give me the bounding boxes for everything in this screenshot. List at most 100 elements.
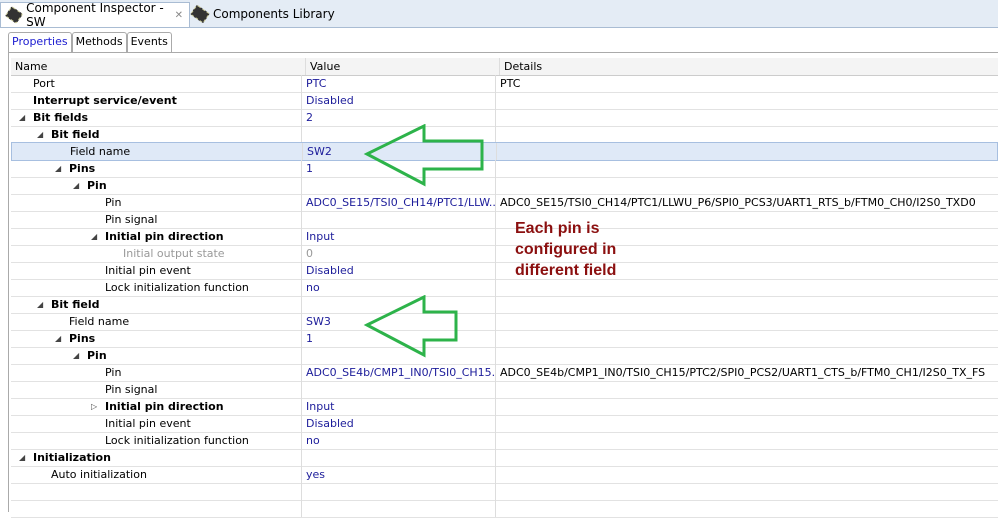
property-details xyxy=(496,398,998,415)
collapsed-triangle-icon[interactable]: ▷ xyxy=(91,398,97,415)
note-line: different field xyxy=(515,262,617,279)
table-row[interactable]: Lock initialization function no xyxy=(11,432,998,450)
property-name: Lock initialization function xyxy=(11,432,302,449)
table-row[interactable]: Port PTC PTC xyxy=(11,75,998,93)
property-value[interactable]: ADC0_SE15/TSI0_CH14/PTC1/LLW... xyxy=(302,194,496,211)
property-value[interactable]: yes xyxy=(302,466,496,483)
property-value[interactable]: no xyxy=(302,432,496,449)
table-row[interactable]: ◢ Bit fields 2 xyxy=(11,109,998,127)
table-row[interactable]: Field name SW2 xyxy=(11,142,998,161)
property-details xyxy=(496,432,998,449)
property-name: Lock initialization function xyxy=(11,279,302,296)
property-value[interactable]: Disabled xyxy=(302,92,496,109)
property-label: Bit fields xyxy=(33,111,89,124)
property-value[interactable]: 0 xyxy=(302,245,496,262)
property-details xyxy=(497,143,997,160)
green-arrow-icon xyxy=(363,295,458,358)
column-value[interactable]: Value xyxy=(306,58,500,75)
column-name[interactable]: Name xyxy=(11,58,306,75)
expanded-triangle-icon[interactable]: ◢ xyxy=(55,330,61,347)
property-label: Pin xyxy=(87,179,107,192)
property-label: Initial pin direction xyxy=(105,400,224,413)
tab-events[interactable]: Events xyxy=(126,32,172,52)
expanded-triangle-icon[interactable]: ◢ xyxy=(37,126,43,143)
table-row[interactable]: Lock initialization function no xyxy=(11,279,998,297)
editor-tab-bar: Component Inspector - SW ✕ Components Li… xyxy=(0,0,998,29)
table-row[interactable]: ◢ Initialization xyxy=(11,449,998,467)
table-row[interactable]: Initial pin event Disabled xyxy=(11,415,998,433)
tab-methods[interactable]: Methods xyxy=(71,32,127,52)
chip-icon xyxy=(190,4,210,24)
property-details xyxy=(496,415,998,432)
property-label: Initial pin direction xyxy=(105,230,224,243)
tab-label: Components Library xyxy=(213,7,335,21)
property-label: Pin xyxy=(105,196,122,209)
expanded-triangle-icon[interactable]: ◢ xyxy=(37,296,43,313)
table-row[interactable]: ▷ Initial pin direction Input xyxy=(11,398,998,416)
tab-properties[interactable]: Properties xyxy=(8,32,72,52)
property-details xyxy=(496,92,998,109)
table-row[interactable]: ◢ Initial pin direction Input xyxy=(11,228,998,246)
property-label: Lock initialization function xyxy=(105,434,249,447)
property-value[interactable]: PTC xyxy=(302,75,496,92)
property-value[interactable] xyxy=(302,211,496,228)
property-value[interactable] xyxy=(302,381,496,398)
property-label: Bit field xyxy=(51,128,100,141)
expanded-triangle-icon[interactable]: ◢ xyxy=(91,228,97,245)
tab-component-inspector[interactable]: Component Inspector - SW ✕ xyxy=(0,1,190,29)
property-label: Bit field xyxy=(51,298,100,311)
expanded-triangle-icon[interactable]: ◢ xyxy=(55,160,61,177)
property-details: ADC0_SE15/TSI0_CH14/PTC1/LLWU_P6/SPI0_PC… xyxy=(500,196,976,209)
table-row[interactable]: ◢ Pins 1 xyxy=(11,160,998,178)
property-value[interactable]: Disabled xyxy=(302,415,496,432)
property-value[interactable]: Input xyxy=(302,398,496,415)
property-value[interactable] xyxy=(302,449,496,466)
empty-row xyxy=(11,500,998,518)
close-icon[interactable]: ✕ xyxy=(175,10,183,21)
table-row[interactable]: Pin ADC0_SE15/TSI0_CH14/PTC1/LLW... ADC0_S… xyxy=(11,194,998,212)
property-name: ◢ Initial pin direction xyxy=(11,228,302,245)
table-row[interactable]: Pin signal xyxy=(11,211,998,229)
table-row[interactable]: ◢ Pin xyxy=(11,177,998,195)
table-row[interactable]: Field name SW3 xyxy=(11,313,998,331)
table-row[interactable]: Initial pin event Disabled xyxy=(11,262,998,280)
column-details[interactable]: Details xyxy=(500,58,998,75)
property-value[interactable]: Disabled xyxy=(302,262,496,279)
property-name: Initial pin event xyxy=(11,415,302,432)
property-value[interactable]: no xyxy=(302,279,496,296)
property-details xyxy=(496,449,998,466)
property-label: Pin xyxy=(87,349,107,362)
property-details xyxy=(496,347,998,364)
table-row[interactable]: Interrupt service/event Disabled xyxy=(11,92,998,110)
table-row[interactable]: Pin ADC0_SE4b/CMP1_IN0/TSI0_CH15... ADC0_S… xyxy=(11,364,998,382)
expanded-triangle-icon[interactable]: ◢ xyxy=(73,177,79,194)
property-details xyxy=(496,160,998,177)
property-value[interactable]: Input xyxy=(302,228,496,245)
property-details: PTC xyxy=(500,77,521,90)
property-name: ◢ Pin xyxy=(11,177,302,194)
expanded-triangle-icon[interactable]: ◢ xyxy=(19,109,25,126)
expanded-triangle-icon[interactable]: ◢ xyxy=(73,347,79,364)
table-row[interactable]: Pin signal xyxy=(11,381,998,399)
table-row[interactable]: Auto initialization yes xyxy=(11,466,998,484)
table-row[interactable]: ◢ Pin xyxy=(11,347,998,365)
property-details xyxy=(496,177,998,194)
property-name: ◢ Pin xyxy=(11,347,302,364)
property-name: Auto initialization xyxy=(11,466,302,483)
property-name: ◢ Bit fields xyxy=(11,109,302,126)
tab-components-library[interactable]: Components Library xyxy=(186,2,341,26)
property-name: ◢ Pins xyxy=(11,330,302,347)
property-value[interactable]: ADC0_SE4b/CMP1_IN0/TSI0_CH15... xyxy=(302,364,496,381)
property-name: Field name xyxy=(11,313,302,330)
note-line: Each pin is xyxy=(515,220,600,237)
property-name: Pin signal xyxy=(11,381,302,398)
property-label: Initial pin event xyxy=(105,417,191,430)
property-name: ◢ Bit field xyxy=(11,296,302,313)
tab-label: Component Inspector - SW xyxy=(26,1,164,29)
property-details xyxy=(496,296,998,313)
table-row[interactable]: ◢ Bit field xyxy=(11,296,998,314)
expanded-triangle-icon[interactable]: ◢ xyxy=(19,449,25,466)
table-row[interactable]: Initial output state 0 xyxy=(11,245,998,263)
property-label: Field name xyxy=(69,315,130,328)
table-row[interactable]: ◢ Pins 1 xyxy=(11,330,998,348)
